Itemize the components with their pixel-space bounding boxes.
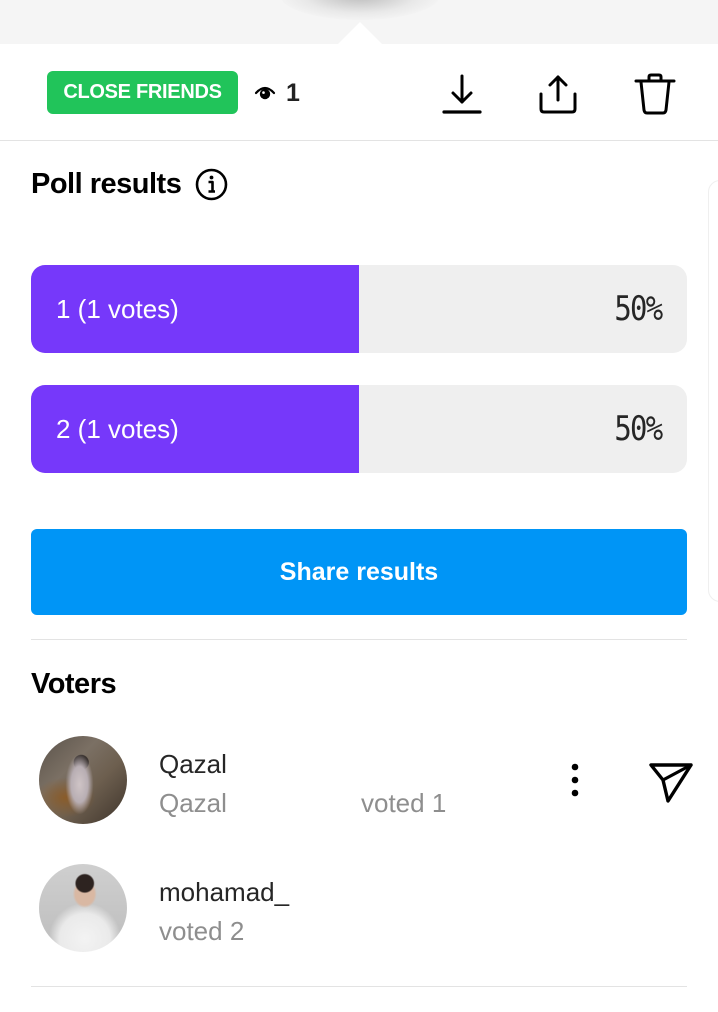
voter-username[interactable]: Qazal — [159, 749, 227, 780]
story-viewer-header: CLOSE FRIENDS 1 — [0, 44, 718, 141]
section-divider — [31, 639, 687, 640]
trash-icon — [634, 73, 676, 115]
voter-vote-choice: voted 1 — [361, 788, 447, 818]
more-vertical-icon — [571, 763, 579, 797]
adjacent-panel-edge — [708, 180, 718, 602]
story-preview-strip — [0, 0, 718, 44]
poll-option[interactable]: 2 (1 votes) 50% — [31, 385, 687, 473]
poll-option-label: 1 (1 votes) — [56, 293, 179, 324]
poll-results-title: Poll results — [31, 168, 182, 200]
send-icon — [649, 763, 693, 803]
share-button[interactable] — [536, 72, 580, 116]
poll-option[interactable]: 1 (1 votes) 50% — [31, 265, 687, 353]
story-thumbnail-blur — [280, 0, 440, 20]
view-count-value: 1 — [286, 78, 300, 107]
section-divider — [31, 986, 687, 987]
voters-heading: Voters — [31, 668, 117, 700]
close-friends-badge[interactable]: CLOSE FRIENDS — [47, 71, 238, 114]
panel-pointer — [338, 22, 382, 44]
poll-option-label: 2 (1 votes) — [56, 413, 179, 444]
avatar[interactable] — [39, 736, 127, 824]
voter-vote-choice: voted 2 — [159, 916, 245, 946]
poll-option-percent: 50% — [613, 409, 663, 449]
info-icon[interactable] — [195, 168, 228, 201]
view-count[interactable]: 1 — [254, 78, 300, 108]
poll-results-heading: Poll results — [31, 168, 228, 201]
voter-full-name: Qazal — [159, 788, 227, 818]
send-message-button[interactable] — [645, 760, 697, 804]
voter-list-item: Qazal Qazal voted 1 — [0, 736, 718, 828]
avatar[interactable] — [39, 864, 127, 952]
voter-username[interactable]: mohamad_ — [159, 877, 289, 908]
download-button[interactable] — [440, 72, 484, 116]
voter-list-item: mohamad_ voted 2 — [0, 864, 718, 956]
delete-button[interactable] — [633, 72, 677, 116]
more-options-button[interactable] — [558, 760, 592, 800]
poll-option-percent: 50% — [613, 289, 663, 329]
share-results-button[interactable]: Share results — [31, 529, 687, 615]
share-icon — [539, 75, 577, 114]
eye-icon — [254, 86, 276, 100]
download-icon — [442, 74, 482, 114]
